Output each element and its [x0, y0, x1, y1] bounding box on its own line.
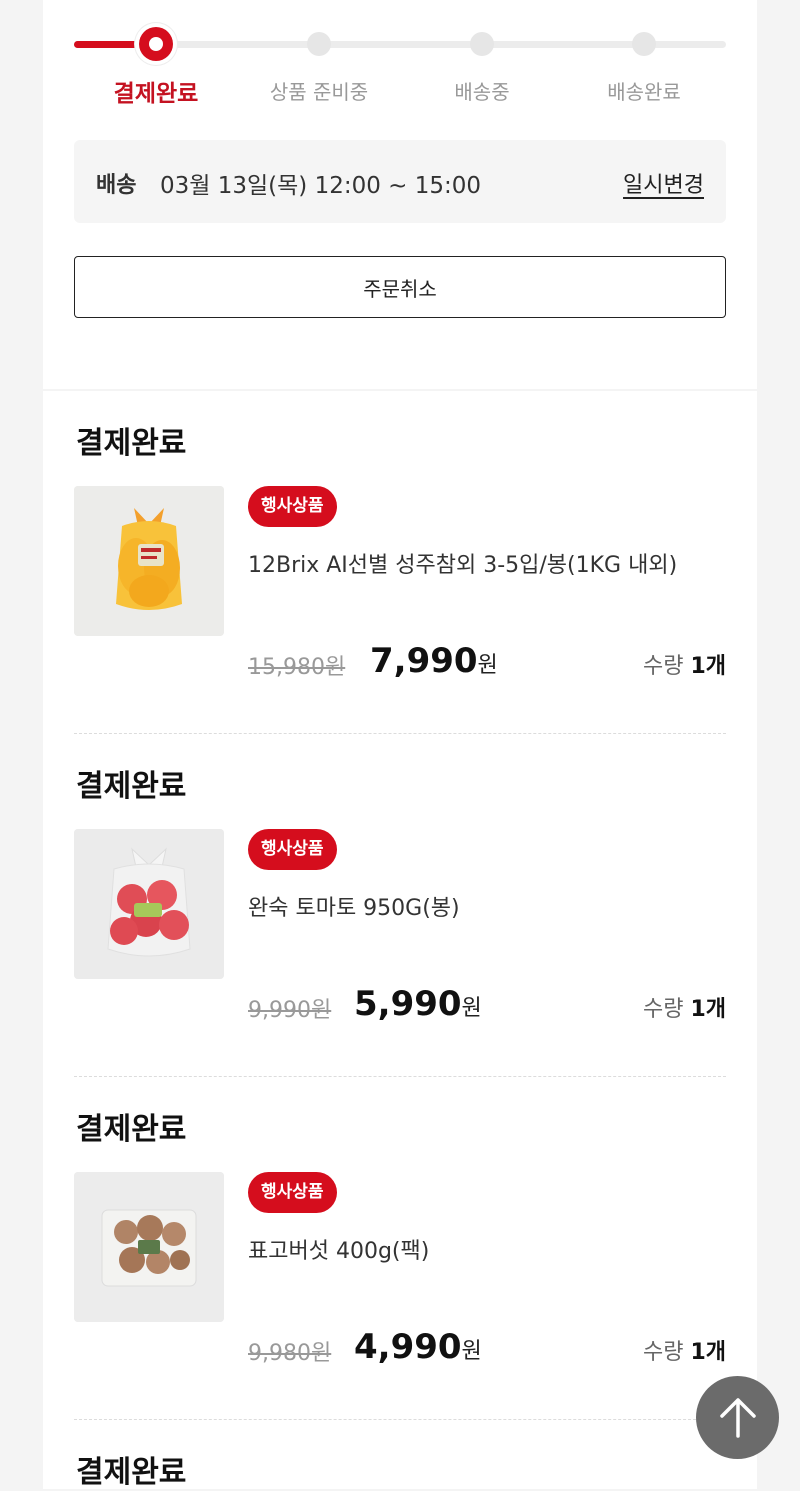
original-price: 9,980원 [248, 1341, 332, 1366]
quantity: 수량 1개 [643, 1334, 726, 1366]
sale-price-value: 5,990 [354, 984, 462, 1024]
delivery-time: 03월 13일(목) 12:00 ~ 15:00 [160, 173, 482, 199]
step-dot-preparing [307, 32, 331, 56]
quantity-label: 수량 [642, 654, 684, 679]
quantity-value: 1개 [690, 1340, 726, 1365]
step-label-shipping: 배송중 [454, 80, 510, 104]
product-image-mushroom[interactable] [74, 1172, 224, 1322]
product-image-melon[interactable] [74, 486, 224, 636]
order-status-card: 결제완료 상품 준비중 배송중 배송완료 배송 03월 13일(목) 12:00… [43, 0, 757, 389]
original-price: 9,990원 [248, 998, 332, 1023]
step-dot-delivered [632, 32, 656, 56]
quantity-value: 1개 [690, 997, 726, 1022]
change-delivery-time-link[interactable]: 일시변경 [623, 167, 704, 199]
item-status: 결제완료 [76, 426, 187, 461]
currency-unit: 원 [461, 1339, 482, 1364]
quantity-label: 수량 [642, 997, 684, 1022]
item-status: 결제완료 [76, 769, 187, 804]
product-name[interactable]: 완숙 토마토 950G(봉) [248, 890, 718, 927]
scroll-to-top-button[interactable] [696, 1376, 779, 1459]
sale-price-value: 4,990 [354, 1327, 462, 1367]
currency-unit: 원 [477, 653, 498, 678]
promotion-badge: 행사상품 [248, 486, 337, 527]
product-image-tomato[interactable] [74, 829, 224, 979]
step-dot-payment-complete [139, 27, 173, 61]
step-dot-shipping [470, 32, 494, 56]
price-row: 9,980원 4,990원 수량 1개 [248, 1327, 726, 1371]
cancel-order-button[interactable]: 주문취소 [74, 256, 726, 318]
original-price: 15,980원 [248, 655, 346, 680]
quantity-label: 수량 [642, 1340, 684, 1365]
sale-price: 5,990원 [354, 984, 482, 1024]
arrow-up-icon [719, 1397, 756, 1438]
currency-unit: 원 [461, 996, 482, 1021]
delivery-info-box: 배송 03월 13일(목) 12:00 ~ 15:00 일시변경 [74, 140, 726, 223]
product-name[interactable]: 표고버섯 400g(팩) [248, 1233, 718, 1270]
delivery-label: 배송 [96, 173, 137, 198]
sale-price: 4,990원 [354, 1327, 482, 1367]
step-label-payment-complete: 결제완료 [113, 81, 199, 107]
order-item: 결제완료 행사상품 완숙 토마토 950G(봉) 9,990원 5,990원 수… [74, 734, 726, 1077]
quantity: 수량 1개 [643, 991, 726, 1023]
product-name[interactable]: 12Brix AI선별 성주참외 3-5입/봉(1KG 내외) [248, 547, 718, 584]
step-label-delivered: 배송완료 [607, 80, 681, 104]
price-row: 15,980원 7,990원 수량 1개 [248, 641, 726, 685]
promotion-badge: 행사상품 [248, 829, 337, 870]
order-item: 결제완료 행사상품 12Brix AI선별 성주참외 3-5입/봉(1KG 내외… [74, 391, 726, 734]
price-row: 9,990원 5,990원 수량 1개 [248, 984, 726, 1028]
order-items-card: 결제완료 행사상품 12Brix AI선별 성주참외 3-5입/봉(1KG 내외… [43, 391, 757, 1490]
sale-price: 7,990원 [370, 641, 498, 681]
item-status: 결제완료 [76, 1112, 187, 1147]
order-item: 결제완료 행사상품 표고버섯 400g(팩) 9,980원 4,990원 수량 … [74, 1077, 726, 1420]
item-status: 결제완료 [76, 1455, 187, 1490]
sale-price-value: 7,990 [370, 641, 478, 681]
promotion-badge: 행사상품 [248, 1172, 337, 1213]
step-label-preparing: 상품 준비중 [269, 80, 369, 104]
quantity-value: 1개 [690, 654, 726, 679]
order-item: 결제완료 [74, 1420, 726, 1490]
quantity: 수량 1개 [643, 648, 726, 680]
